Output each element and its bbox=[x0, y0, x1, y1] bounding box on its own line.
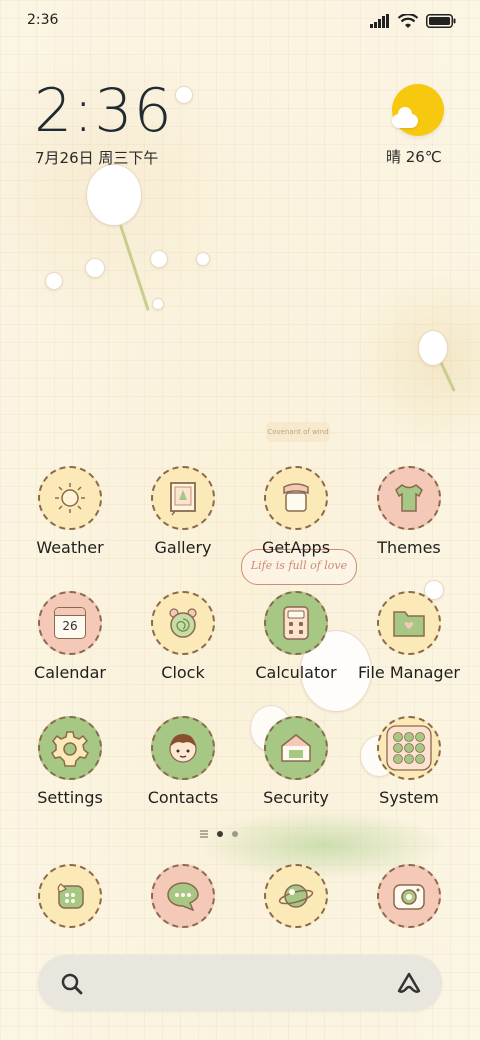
app-label: Gallery bbox=[154, 538, 212, 557]
battery-icon bbox=[426, 14, 456, 28]
menu-lines-icon bbox=[200, 830, 208, 838]
app-label: Contacts bbox=[147, 788, 219, 807]
app-label: Calculator bbox=[255, 663, 337, 682]
calculator-icon bbox=[283, 606, 309, 640]
alarm-clock-icon bbox=[169, 608, 197, 638]
cloud-icon bbox=[392, 107, 418, 128]
jar-icon bbox=[283, 483, 309, 512]
clock-time: 2:36 bbox=[34, 76, 173, 146]
status-bar: 2:36 bbox=[0, 0, 480, 44]
app-label: File Manager bbox=[358, 663, 460, 682]
phone-icon bbox=[57, 883, 84, 909]
face-icon bbox=[169, 734, 197, 763]
weather-widget[interactable]: 晴 26℃ bbox=[380, 84, 460, 174]
wifi-icon bbox=[398, 13, 418, 28]
page-indicator[interactable] bbox=[200, 830, 238, 838]
gear-icon bbox=[51, 731, 89, 767]
app-grid-icon bbox=[386, 725, 432, 771]
app-label: GetApps bbox=[261, 538, 331, 557]
app-label: Clock bbox=[161, 663, 205, 682]
camera-icon bbox=[393, 884, 425, 910]
picture-frame-icon bbox=[170, 482, 196, 516]
sun-icon bbox=[55, 483, 85, 513]
planet-icon bbox=[278, 884, 314, 908]
search-bar[interactable] bbox=[38, 955, 442, 1011]
calendar-day: 26 bbox=[62, 619, 78, 633]
calendar-icon: 26 bbox=[54, 607, 86, 639]
shield-house-icon bbox=[281, 734, 311, 762]
app-label: Themes bbox=[377, 538, 441, 557]
folder-icon bbox=[393, 611, 425, 637]
tshirt-icon bbox=[395, 484, 423, 512]
page-dot-active bbox=[217, 831, 223, 837]
assistant-icon[interactable] bbox=[396, 971, 422, 995]
search-icon[interactable] bbox=[60, 972, 84, 996]
message-bubble-icon bbox=[167, 882, 199, 911]
signal-icon bbox=[370, 14, 389, 28]
wallpaper-tag: Covenant of wind bbox=[266, 422, 330, 442]
page-dot bbox=[232, 831, 238, 837]
weather-text: 晴 26℃ bbox=[386, 148, 442, 166]
status-time: 2:36 bbox=[27, 12, 59, 28]
app-label: Weather bbox=[36, 538, 104, 557]
app-label: Settings bbox=[37, 788, 103, 807]
app-label: Calendar bbox=[34, 663, 106, 682]
clock-date: 7月26日 周三下午 bbox=[35, 149, 159, 167]
app-label: Security bbox=[263, 788, 329, 807]
app-label: System bbox=[379, 788, 439, 807]
status-icons bbox=[370, 12, 456, 30]
